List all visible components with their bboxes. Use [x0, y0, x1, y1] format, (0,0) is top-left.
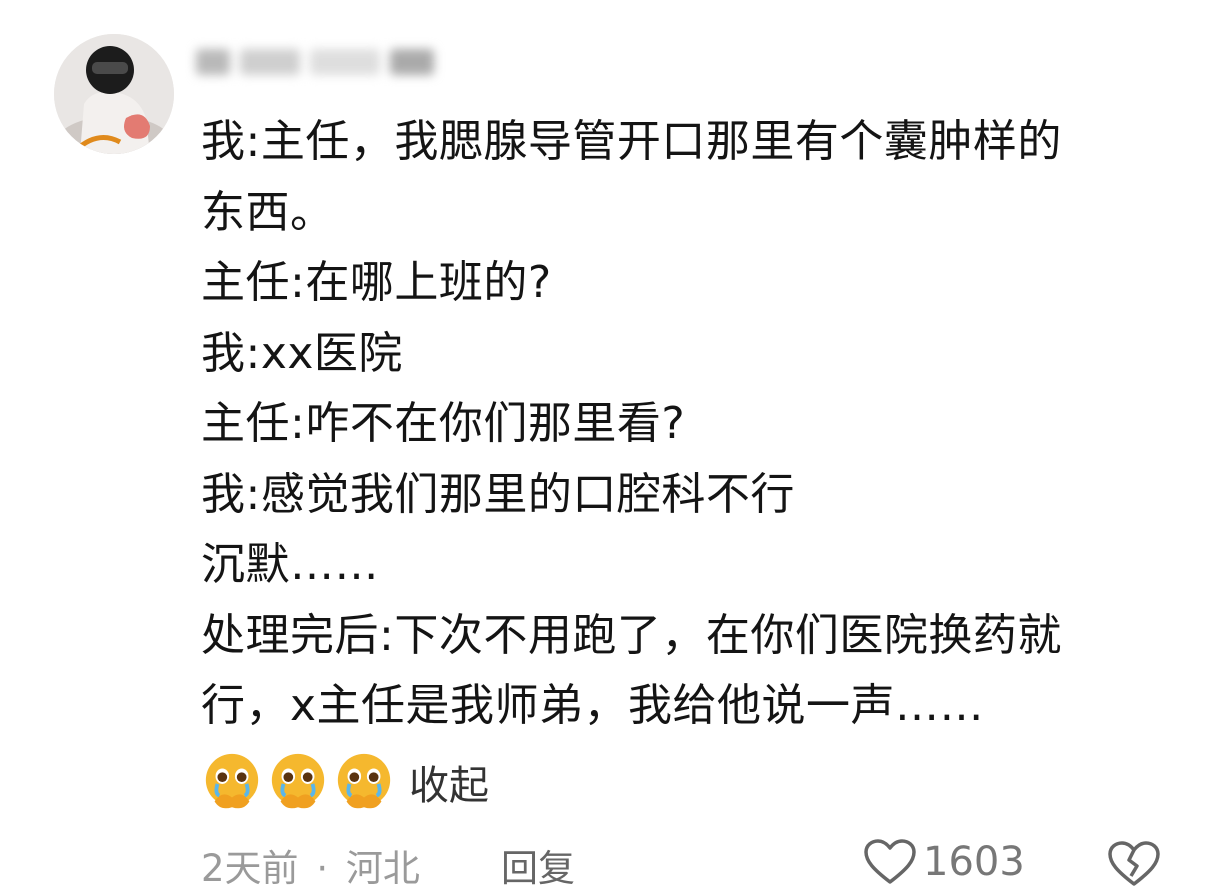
comment-line: 处理完后:下次不用跑了，在你们医院换药就	[201, 609, 1062, 661]
comment-line: 我:主任，我腮腺导管开口那里有个囊肿样的	[201, 116, 1062, 167]
comment-line: 行，x主任是我师弟，我给他说一声……	[201, 680, 985, 731]
comment-line: 主任:在哪上班的?	[201, 257, 552, 308]
heart-outline-icon	[864, 839, 916, 884]
collapse-button[interactable]: 收起	[409, 753, 489, 811]
comment-line: 我:xx医院	[201, 327, 403, 379]
comment-card: 我:主任，我腮腺导管开口那里有个囊肿样的 东西。 主任:在哪上班的? 我:xx医…	[0, 0, 1224, 887]
dislike-button[interactable]	[1107, 840, 1161, 887]
crying-face-hands-emoji	[205, 753, 259, 809]
comment-line: 沉默……	[201, 539, 379, 590]
comment-line: 东西。	[201, 186, 335, 238]
crying-face-hands-emoji	[271, 753, 325, 809]
timestamp: 2天前	[201, 847, 299, 887]
avatar[interactable]	[54, 34, 174, 154]
meta-separator: ·	[316, 847, 329, 887]
username-blur-block	[196, 49, 230, 75]
like-button[interactable]: 1603	[863, 838, 1025, 886]
comment-meta: 2天前 · 河北	[201, 838, 420, 887]
comment-line: 我:感觉我们那里的口腔科不行	[201, 468, 795, 520]
username-blur-block	[390, 49, 434, 75]
location: 河北	[345, 847, 420, 887]
avatar-image	[54, 34, 174, 154]
comment-line: 主任:咋不在你们那里看?	[201, 398, 686, 449]
crying-face-hands-emoji	[337, 753, 391, 809]
emoji-row: 收起	[201, 750, 489, 814]
username-blurred[interactable]	[196, 40, 446, 84]
username-blur-block	[240, 49, 300, 75]
comment-footer: 2天前 · 河北 回复 1603	[201, 838, 1161, 887]
comment-text: 我:主任，我腮腺导管开口那里有个囊肿样的 东西。 主任:在哪上班的? 我:xx医…	[201, 107, 1191, 742]
like-count: 1603	[923, 839, 1025, 885]
broken-heart-icon	[1108, 841, 1160, 886]
reply-button[interactable]: 回复	[501, 838, 575, 887]
username-blur-block	[310, 49, 380, 75]
